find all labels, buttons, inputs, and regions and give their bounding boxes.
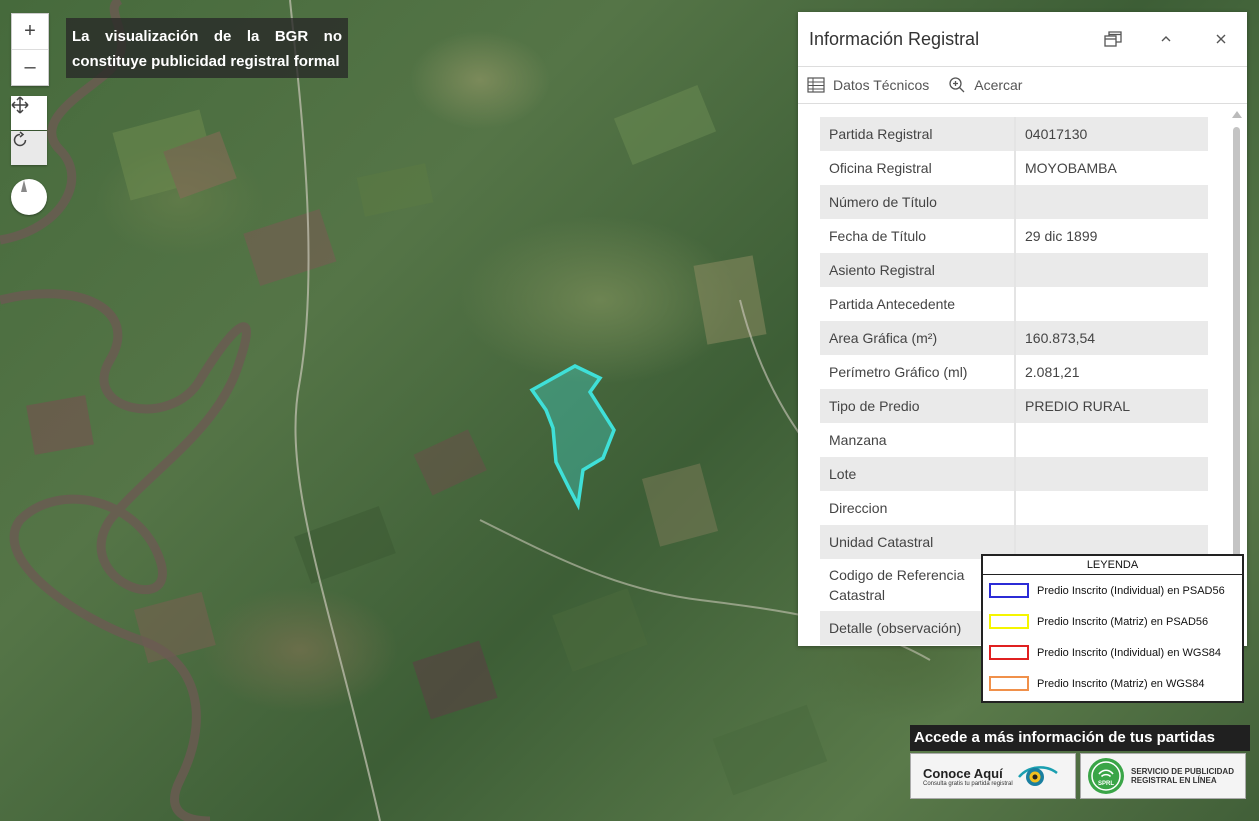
banner-title: Accede a más información de tus partidas [910,725,1250,751]
attr-value [1015,491,1208,525]
rotate-button[interactable] [11,131,47,165]
sprl-badge-text: SPRL [1098,781,1114,787]
attr-value [1015,253,1208,287]
conoce-aqui-button[interactable]: Conoce Aquí Consulta gratis tu partida r… [910,753,1076,799]
attr-key: Fecha de Título [820,219,1016,253]
tech-data-label: Datos Técnicos [833,77,930,93]
attr-key: Lote [820,457,1016,491]
parcel-polygon [529,364,616,511]
bgr-disclaimer: La visualización de la BGR no constituye… [66,18,348,78]
pan-button[interactable] [11,96,47,130]
attr-value: 29 dic 1899 [1025,228,1098,244]
zoom-out-button[interactable]: – [12,49,48,85]
dock-button[interactable] [1101,27,1125,51]
table-row: Fecha de Título 29 dic 1899 [820,219,1208,253]
attr-key: Número de Título [820,185,1016,219]
panel-title: Información Registral [809,28,980,49]
conoce-subtitle: Consulta gratis tu partida registral [923,780,1013,787]
attr-value [1015,457,1208,491]
attr-value: PREDIO RURAL [1015,389,1208,423]
panel-header: Información Registral [798,12,1247,67]
table-row: Oficina Registral MOYOBAMBA [820,151,1208,185]
legend-item: Predio Inscrito (Individual) en PSAD56 [983,575,1242,606]
attr-key: Manzana [820,423,1016,457]
table-icon [807,77,825,93]
legend-item: Predio Inscrito (Matriz) en PSAD56 [983,606,1242,637]
sprl-text: SERVICIO DE PUBLICIDAD REGISTRAL EN LÍNE… [1131,767,1243,785]
legend-swatch [989,676,1029,691]
banner-buttons: Conoce Aquí Consulta gratis tu partida r… [910,753,1250,799]
attr-value: 160.873,54 [1015,321,1208,355]
legend-item: Predio Inscrito (Matriz) en WGS84 [983,668,1242,699]
legend-item: Predio Inscrito (Individual) en WGS84 [983,637,1242,668]
table-row: Perímetro Gráfico (ml) 2.081,21 [820,355,1208,389]
attr-key: Partida Antecedente [820,287,1016,321]
table-row: Asiento Registral [820,253,1208,287]
eye-logo-icon [1017,766,1058,786]
pan-icon [11,96,29,114]
attr-value: 04017130 [1015,117,1208,151]
dock-icon [1104,31,1122,47]
sprl-line-2: REGISTRAL EN LÍNEA [1131,776,1217,785]
scroll-up-arrow[interactable] [1232,111,1242,118]
sprl-line-1: SERVICIO DE PUBLICIDAD [1131,767,1234,776]
attr-value: 2.081,21 [1025,364,1080,380]
chevron-up-icon [1161,36,1171,42]
table-row: Direccion [820,491,1208,525]
legend-title: LEYENDA [983,556,1242,575]
disclaimer-line-1: La visualización de la BGR no [72,28,342,45]
attr-value [1015,423,1208,457]
attr-key: Area Gráfica (m²) [820,321,1016,355]
zoom-to-button[interactable]: Acercar [948,76,1022,94]
compass-button[interactable] [11,179,47,215]
info-panel: Información Registral Datos Técnicos Ace… [798,12,1247,646]
table-row: Partida Antecedente [820,287,1208,321]
legend-swatch [989,645,1029,660]
attr-key: Direccion [820,491,1016,525]
zoom-to-icon [949,77,965,93]
attr-key: Asiento Registral [820,253,1016,287]
collapse-button[interactable] [1154,27,1178,51]
attr-key: Partida Registral [820,117,1016,151]
table-row: Manzana [820,423,1208,457]
legend-label: Predio Inscrito (Individual) en WGS84 [1037,646,1222,659]
legend-swatch [989,583,1029,598]
table-row: Area Gráfica (m²) 160.873,54 [820,321,1208,355]
map-legend: LEYENDA Predio Inscrito (Individual) en … [981,554,1244,703]
table-row: Tipo de Predio PREDIO RURAL [820,389,1208,423]
attr-key: Perímetro Gráfico (ml) [820,355,1016,389]
conoce-text: Conoce Aquí Consulta gratis tu partida r… [923,766,1013,787]
attr-key: Tipo de Predio [820,389,1016,423]
table-row: Partida Registral 04017130 [820,117,1208,151]
legend-label: Predio Inscrito (Individual) en PSAD56 [1037,584,1225,597]
panel-toolbar: Datos Técnicos Acercar [798,67,1247,104]
zoom-to-label: Acercar [974,77,1023,93]
scroll-thumb[interactable] [1233,127,1240,567]
table-row: Número de Título [820,185,1208,219]
close-button[interactable] [1209,27,1233,51]
table-row: Lote [820,457,1208,491]
tech-data-button[interactable]: Datos Técnicos [807,77,929,93]
attr-value [1015,287,1208,321]
zoom-control: + – [11,13,49,86]
attr-value [1015,185,1208,219]
legend-label: Predio Inscrito (Matriz) en PSAD56 [1037,615,1209,628]
zoom-in-button[interactable]: + [12,14,48,49]
attr-value: MOYOBAMBA [1025,160,1117,176]
close-icon [1216,34,1226,44]
promo-banner: Accede a más información de tus partidas… [910,725,1250,801]
compass-icon [18,180,27,204]
attr-key: Oficina Registral [820,151,1016,185]
legend-swatch [989,614,1029,629]
disclaimer-line-2: constituye publicidad registral formal [72,53,340,70]
sprl-logo-icon: SPRL [1088,758,1124,794]
rotate-icon [13,131,27,147]
conoce-title: Conoce Aquí [923,765,1003,781]
sprl-button[interactable]: SPRL SERVICIO DE PUBLICIDAD REGISTRAL EN… [1080,753,1246,799]
legend-label: Predio Inscrito (Matriz) en WGS84 [1037,677,1205,690]
